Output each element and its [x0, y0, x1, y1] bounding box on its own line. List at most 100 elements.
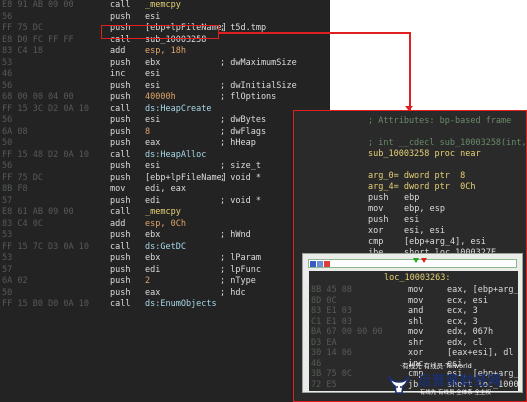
operand-text[interactable]: eax: [145, 288, 160, 298]
operand-text[interactable]: ebx: [145, 230, 160, 240]
operand[interactable]: [ebp+arg_4], esi: [404, 237, 486, 248]
operand[interactable]: edi, eax: [145, 184, 186, 195]
operand-text[interactable]: ds:GetDC: [145, 242, 186, 252]
operand[interactable]: esp, 18h: [145, 46, 186, 57]
graph-color-icon[interactable]: [324, 261, 330, 267]
operand[interactable]: esi: [404, 215, 419, 226]
operand[interactable]: ecx, 3: [447, 306, 478, 317]
operand[interactable]: [ebp+lpFileName]: [145, 173, 227, 184]
operand-text[interactable]: esi: [145, 81, 160, 91]
operand[interactable]: _memcpy: [145, 207, 181, 218]
arg-0-line[interactable]: arg_0= dword ptr 8: [368, 171, 465, 182]
opcode-bytes: 50: [2, 287, 13, 298]
mnemonic: push: [110, 138, 131, 148]
opcode-bytes: 30 14 06: [311, 348, 352, 358]
operand-text[interactable]: 8: [145, 127, 150, 137]
operand-text[interactable]: _memcpy: [145, 207, 181, 217]
operand-text[interactable]: edi: [145, 265, 160, 275]
disassembly-view[interactable]: E8 91 AB 09 00 call _memcpy 56 push esi FF 75 …: [0, 0, 330, 402]
operand-text[interactable]: esi: [145, 69, 160, 79]
opcode-bytes: 53: [2, 57, 13, 68]
selected-call-highlight: [101, 25, 219, 39]
operand[interactable]: esi: [145, 161, 160, 172]
operand[interactable]: edi: [145, 265, 160, 276]
operand[interactable]: ecx, 3: [447, 317, 478, 328]
operand-text[interactable]: edi: [145, 196, 160, 206]
operand[interactable]: ds:GetDC: [145, 242, 186, 253]
operand[interactable]: eax: [145, 138, 160, 149]
operand[interactable]: esi: [145, 69, 160, 80]
opcode-bytes: 56: [2, 161, 13, 171]
operand[interactable]: ebx: [145, 253, 160, 264]
mnemonic: push: [110, 287, 131, 298]
operand-text[interactable]: esi: [145, 12, 160, 22]
operand[interactable]: ds:HeapCreate: [145, 104, 212, 115]
mnemonic: push: [368, 215, 389, 225]
operand[interactable]: ds:HeapAlloc: [145, 150, 206, 161]
attributes-comment: ; Attributes: bp-based frame: [368, 116, 512, 126]
operand-text[interactable]: ds:EnumObjects: [145, 299, 217, 309]
operand[interactable]: ebx: [145, 58, 160, 69]
operand-text[interactable]: esp, 0Ch: [145, 219, 186, 229]
opcode-bytes: 3B 75 0C: [311, 369, 352, 379]
operand-text[interactable]: 40000h: [145, 92, 176, 102]
opcode-bytes: FF 15 3C D2 0A 10: [2, 103, 89, 114]
operand[interactable]: ds:EnumObjects: [145, 299, 217, 310]
operand[interactable]: ebx: [145, 230, 160, 241]
graph-zoom-icon[interactable]: [317, 261, 323, 267]
operand[interactable]: esi: [145, 81, 160, 92]
operand-text[interactable]: esi: [145, 115, 160, 125]
mnemonic: call: [110, 299, 131, 309]
operand-text[interactable]: ds:HeapAlloc: [145, 150, 206, 160]
operand[interactable]: 8: [145, 127, 150, 138]
opcode-bytes: 72 E5: [311, 379, 337, 390]
operand-text[interactable]: ds:HeapCreate: [145, 104, 212, 114]
operand[interactable]: 2: [145, 276, 150, 287]
opcode-bytes: E8 61 AB 09 00: [2, 207, 74, 217]
operand[interactable]: [eax+esi], dl: [447, 348, 514, 359]
opcode-bytes: 68 00 00 04 00: [2, 92, 74, 102]
bull-logo-icon: [388, 375, 410, 394]
operand-text[interactable]: edi, eax: [145, 184, 186, 194]
opcode-bytes: E8 91 AB 09 00: [2, 0, 74, 10]
operand[interactable]: esi, esi: [404, 226, 445, 237]
comment: ; lParam: [220, 253, 261, 263]
operand-text[interactable]: ebx: [145, 58, 160, 68]
mnemonic: call: [110, 103, 131, 114]
opcode-bytes: FF 75 DC: [2, 23, 43, 33]
operand[interactable]: _memcpy: [145, 0, 181, 11]
opcode-bytes: 83 E1 03: [311, 306, 352, 316]
opcode-bytes: 56: [2, 80, 13, 91]
operand[interactable]: 40000h: [145, 92, 176, 103]
operand[interactable]: eax, [ebp+arg_0]: [447, 285, 518, 296]
operand-text[interactable]: esp, 18h: [145, 46, 186, 56]
arg-4-line[interactable]: arg_4= dword ptr 0Ch: [368, 182, 475, 193]
operand[interactable]: eax: [145, 288, 160, 299]
operand[interactable]: edx, 067h: [447, 327, 493, 338]
comment: ; dwMaximumSize: [220, 57, 297, 68]
operand-text[interactable]: [ebp+lpFileName]: [145, 173, 227, 183]
operand[interactable]: ecx, esi: [447, 296, 488, 307]
mnemonic: xor: [368, 226, 384, 236]
mnemonic: mov: [408, 327, 424, 337]
loop-label[interactable]: loc_10003263:: [384, 273, 451, 284]
operand-text[interactable]: ebx: [145, 253, 160, 263]
operand[interactable]: esi: [145, 12, 160, 23]
comment: ; lpFunc: [220, 264, 261, 275]
operand[interactable]: ebp: [404, 193, 419, 204]
operand[interactable]: edi: [145, 196, 160, 207]
mnemonic: push: [110, 276, 131, 286]
operand[interactable]: ebp, esp: [404, 204, 445, 215]
operand[interactable]: edx, cl: [447, 338, 483, 349]
operand-text[interactable]: _memcpy: [145, 0, 181, 10]
graph-overview-icon[interactable]: [310, 261, 316, 267]
operand-text[interactable]: eax: [145, 138, 160, 148]
mnemonic: push: [110, 195, 131, 206]
operand[interactable]: esp, 0Ch: [145, 219, 186, 230]
operand-text[interactable]: esi: [145, 161, 160, 171]
mnemonic: and: [408, 306, 424, 316]
operand[interactable]: esi: [145, 115, 160, 126]
proc-line[interactable]: sub_10003258 proc near: [368, 149, 481, 160]
opcode-bytes: FF 15 B0 D0 0A 10: [2, 299, 89, 309]
operand-text[interactable]: 2: [145, 276, 150, 286]
